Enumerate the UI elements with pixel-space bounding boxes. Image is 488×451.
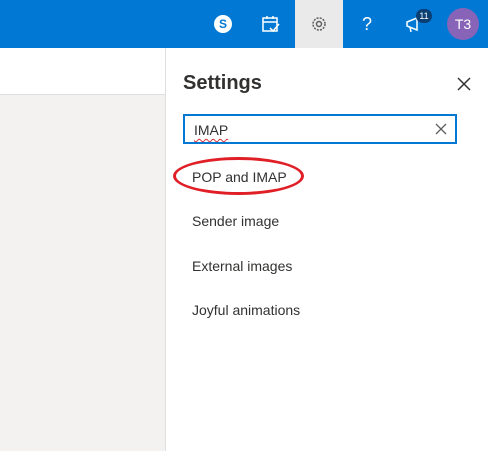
- my-day-button[interactable]: [247, 0, 295, 48]
- calendar-check-icon: [262, 16, 280, 33]
- result-sender-image[interactable]: Sender image: [192, 213, 279, 229]
- settings-search-input[interactable]: IMAP: [183, 114, 457, 144]
- result-pop-and-imap[interactable]: POP and IMAP: [192, 169, 287, 185]
- help-icon: ?: [361, 13, 372, 34]
- skype-icon: S: [214, 15, 232, 33]
- help-button[interactable]: ?: [343, 0, 391, 48]
- settings-button[interactable]: [295, 0, 343, 48]
- account-button[interactable]: T3: [439, 0, 487, 48]
- top-bar: S ? 11 T3: [0, 0, 488, 48]
- command-bar: [0, 48, 165, 95]
- gear-icon: [312, 17, 326, 31]
- notifications-button[interactable]: 11: [391, 0, 439, 48]
- panel-title: Settings: [183, 72, 262, 94]
- close-icon[interactable]: [454, 74, 474, 94]
- search-value: IMAP: [194, 122, 229, 138]
- notification-badge: 11: [416, 9, 432, 23]
- skype-button[interactable]: S: [199, 0, 247, 48]
- avatar: T3: [447, 8, 479, 40]
- clear-search-icon[interactable]: [433, 121, 449, 137]
- result-external-images[interactable]: External images: [192, 258, 292, 274]
- mail-pane: [0, 48, 165, 451]
- result-joyful-animations[interactable]: Joyful animations: [192, 302, 300, 318]
- settings-panel: Settings IMAP POP and IMAP Sender image …: [165, 48, 488, 451]
